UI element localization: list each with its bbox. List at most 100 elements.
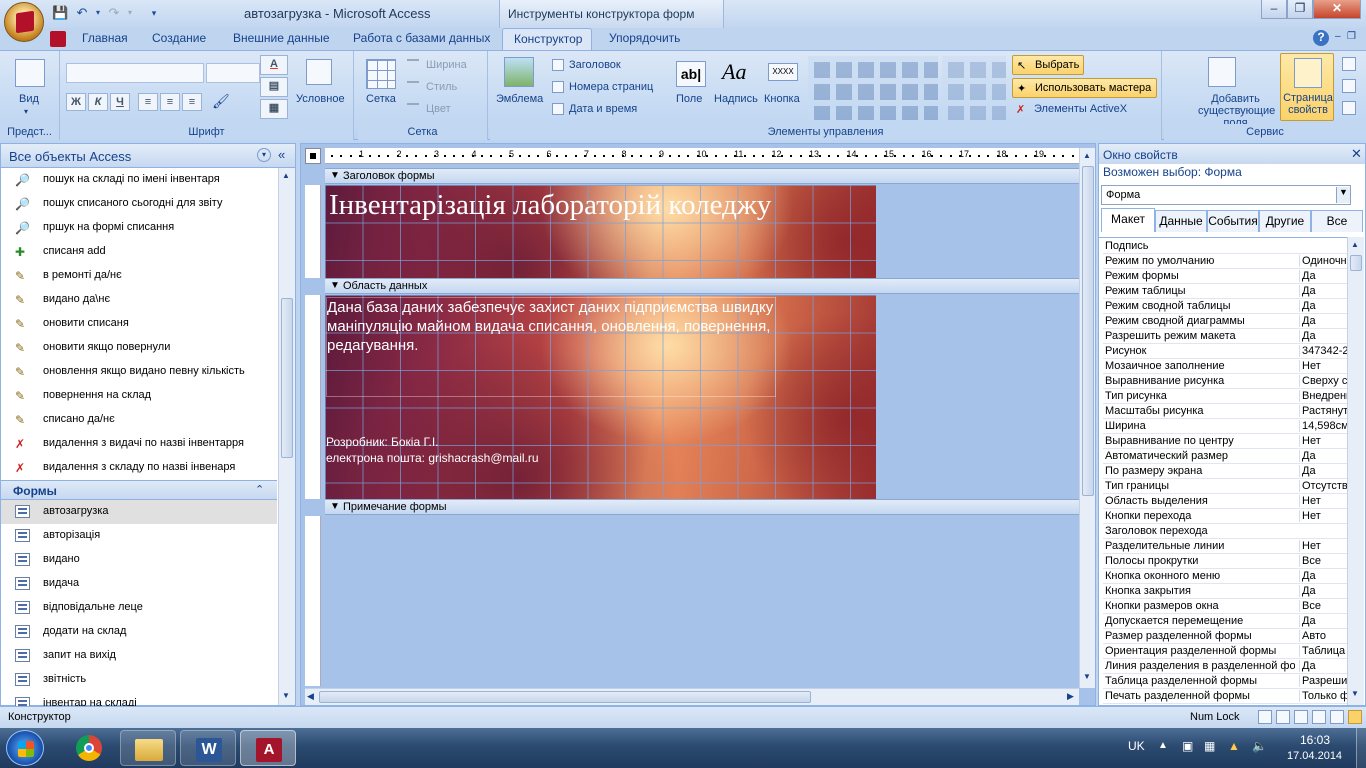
property-value[interactable]: Все — [1299, 600, 1347, 612]
logo-button[interactable]: Эмблема — [496, 93, 543, 105]
property-value[interactable]: Да — [1299, 270, 1347, 282]
property-row[interactable]: Автоматический размер Да — [1103, 449, 1347, 464]
label-button[interactable]: Надпись — [714, 93, 758, 105]
property-value[interactable]: Да — [1299, 570, 1347, 582]
font-color-icon[interactable]: A — [260, 55, 288, 75]
nav-query-item[interactable]: ✎ видано да\нє — [1, 288, 277, 312]
taskbar-word[interactable]: W — [180, 730, 236, 766]
tab-home[interactable]: Главная — [82, 31, 128, 45]
property-value[interactable]: Да — [1299, 300, 1347, 312]
props-tab-layout[interactable]: Макет — [1101, 208, 1155, 232]
property-value[interactable]: Да — [1299, 660, 1347, 672]
tab-external-data[interactable]: Внешние данные — [233, 31, 330, 45]
property-row[interactable]: Ориентация разделенной формы Таблица свер… — [1103, 644, 1347, 659]
props-scroll-thumb[interactable] — [1350, 255, 1362, 271]
property-row[interactable]: Кнопка закрытия Да — [1103, 584, 1347, 599]
select-button[interactable]: ↖ Выбрать — [1012, 55, 1084, 75]
property-value[interactable]: Нет — [1299, 360, 1347, 372]
nav-query-item[interactable]: 🔎 пошук на складі по імені інвентаря — [1, 168, 277, 192]
property-row[interactable]: Кнопка оконного меню Да — [1103, 569, 1347, 584]
designer-hscroll-thumb[interactable] — [319, 691, 811, 703]
property-value[interactable]: Разрешить — [1299, 675, 1347, 687]
property-value[interactable]: 14,598см — [1299, 420, 1347, 432]
network-icon[interactable]: ▣ — [1182, 739, 1193, 753]
section-detail[interactable]: ▼ Область данных — [325, 278, 1079, 294]
scroll-down-icon[interactable]: ▼ — [282, 691, 290, 700]
minimize-button[interactable]: – — [1261, 0, 1287, 19]
nav-query-item[interactable]: ✎ оновлення якщо видано певну кількість — [1, 360, 277, 384]
property-value[interactable]: Нет — [1299, 510, 1347, 522]
designer-vscrollbar[interactable]: ▲ ▼ — [1079, 148, 1095, 688]
email-label[interactable]: електрона пошта: grishacrash@mail.ru — [326, 451, 586, 467]
property-row[interactable]: Рисунок 347342-2 — [1103, 344, 1347, 359]
property-row[interactable]: Масштабы рисунка Растянуть — [1103, 404, 1347, 419]
property-value[interactable]: Да — [1299, 615, 1347, 627]
nav-query-item[interactable]: ✗ видалення з складу по назві інвенаря — [1, 456, 277, 480]
grid-color-button[interactable]: Цвет — [426, 103, 451, 115]
property-row[interactable]: Тип рисунка Внедренный — [1103, 389, 1347, 404]
tab-create[interactable]: Создание — [152, 31, 206, 45]
office-button[interactable] — [4, 2, 44, 42]
property-row[interactable]: Размер разделенной формы Авто — [1103, 629, 1347, 644]
property-value[interactable]: Сверху слева — [1299, 375, 1347, 387]
view-pivottable-icon[interactable] — [1294, 710, 1308, 724]
taskbar-explorer[interactable] — [120, 730, 176, 766]
designer-vscroll-thumb[interactable] — [1082, 166, 1094, 496]
language-indicator[interactable]: UK — [1128, 739, 1145, 753]
nav-query-item[interactable]: ✎ списано да/нє — [1, 408, 277, 432]
props-object-select[interactable]: Форма ▼ — [1101, 185, 1351, 205]
property-value[interactable]: Таблица сверху — [1299, 645, 1347, 657]
clock-time[interactable]: 16:03 — [1300, 733, 1330, 747]
nav-form-item[interactable]: авторізація — [1, 524, 277, 548]
tool-icon-1[interactable] — [1342, 57, 1356, 71]
property-value[interactable]: Растянуть — [1299, 405, 1347, 417]
property-value[interactable]: Да — [1299, 330, 1347, 342]
view-button[interactable]: Вид — [19, 93, 39, 105]
help-icon[interactable]: ? — [1313, 30, 1329, 46]
author-label[interactable]: Розробник: Бокіа Г.І. — [326, 435, 586, 451]
font-name-combo[interactable] — [66, 63, 204, 83]
nav-query-item[interactable]: ✚ списаня add — [1, 240, 277, 264]
nav-header[interactable]: Все объекты Access ▾ « — [1, 144, 295, 168]
font-size-combo[interactable] — [206, 63, 260, 83]
nav-form-item[interactable]: звітність — [1, 668, 277, 692]
nav-query-item[interactable]: ✎ оновити списаня — [1, 312, 277, 336]
nav-form-item[interactable]: відповідальне леце — [1, 596, 277, 620]
activex-button[interactable]: Элементы ActiveX — [1034, 103, 1127, 115]
property-row[interactable]: Тип границы Отсутствует — [1103, 479, 1347, 494]
bold-button[interactable]: Ж — [66, 93, 86, 111]
align-left-icon[interactable]: ≡ — [138, 93, 158, 111]
nav-query-item[interactable]: 🔎 пршук на формі списання — [1, 216, 277, 240]
controls-gallery-2[interactable] — [942, 56, 1006, 120]
props-tab-data[interactable]: Данные — [1155, 210, 1207, 232]
nav-form-item[interactable]: автозагрузка — [1, 500, 277, 524]
nav-scrollbar[interactable]: ▲ ▼ — [278, 168, 295, 705]
props-close-icon[interactable]: ✕ — [1351, 146, 1362, 162]
redo-icon[interactable]: ↷ — [106, 5, 122, 21]
scroll-left-icon[interactable]: ◀ — [307, 691, 314, 702]
tray-app-icon[interactable]: ▦ — [1204, 739, 1215, 753]
doc-restore-icon[interactable]: ❐ — [1347, 31, 1356, 42]
nav-form-item[interactable]: видано — [1, 548, 277, 572]
maximize-button[interactable]: ❐ — [1287, 0, 1313, 19]
property-row[interactable]: Печать разделенной формы Только форма — [1103, 689, 1347, 704]
property-value[interactable]: Да — [1299, 285, 1347, 297]
clock-date[interactable]: 17.04.2014 — [1287, 750, 1342, 762]
tool-icon-2[interactable] — [1342, 79, 1356, 93]
nav-collapse-icon[interactable]: « — [278, 147, 285, 162]
form-selector[interactable] — [305, 148, 321, 164]
nav-query-item[interactable]: ✎ в ремонті да/нє — [1, 264, 277, 288]
use-wizard-button[interactable]: ✦ Использовать мастера — [1012, 78, 1157, 98]
property-row[interactable]: Мозаичное заполнение Нет — [1103, 359, 1347, 374]
tab-design[interactable]: Конструктор — [502, 28, 592, 52]
property-value[interactable]: Нет — [1299, 435, 1347, 447]
nav-form-item[interactable]: інвентар на складі — [1, 692, 277, 706]
nav-menu-icon[interactable]: ▾ — [257, 148, 271, 162]
scroll-up-icon[interactable]: ▲ — [1351, 240, 1359, 249]
scroll-down-icon[interactable]: ▼ — [1351, 689, 1359, 698]
format-painter-icon[interactable]: 🖌 — [212, 93, 230, 110]
customize-qat-icon[interactable]: ▾ — [146, 5, 162, 21]
property-row[interactable]: Линия разделения в разделенной форме Да — [1103, 659, 1347, 674]
taskbar-access[interactable]: A — [240, 730, 296, 766]
signal-icon[interactable]: ▲ — [1228, 739, 1240, 753]
